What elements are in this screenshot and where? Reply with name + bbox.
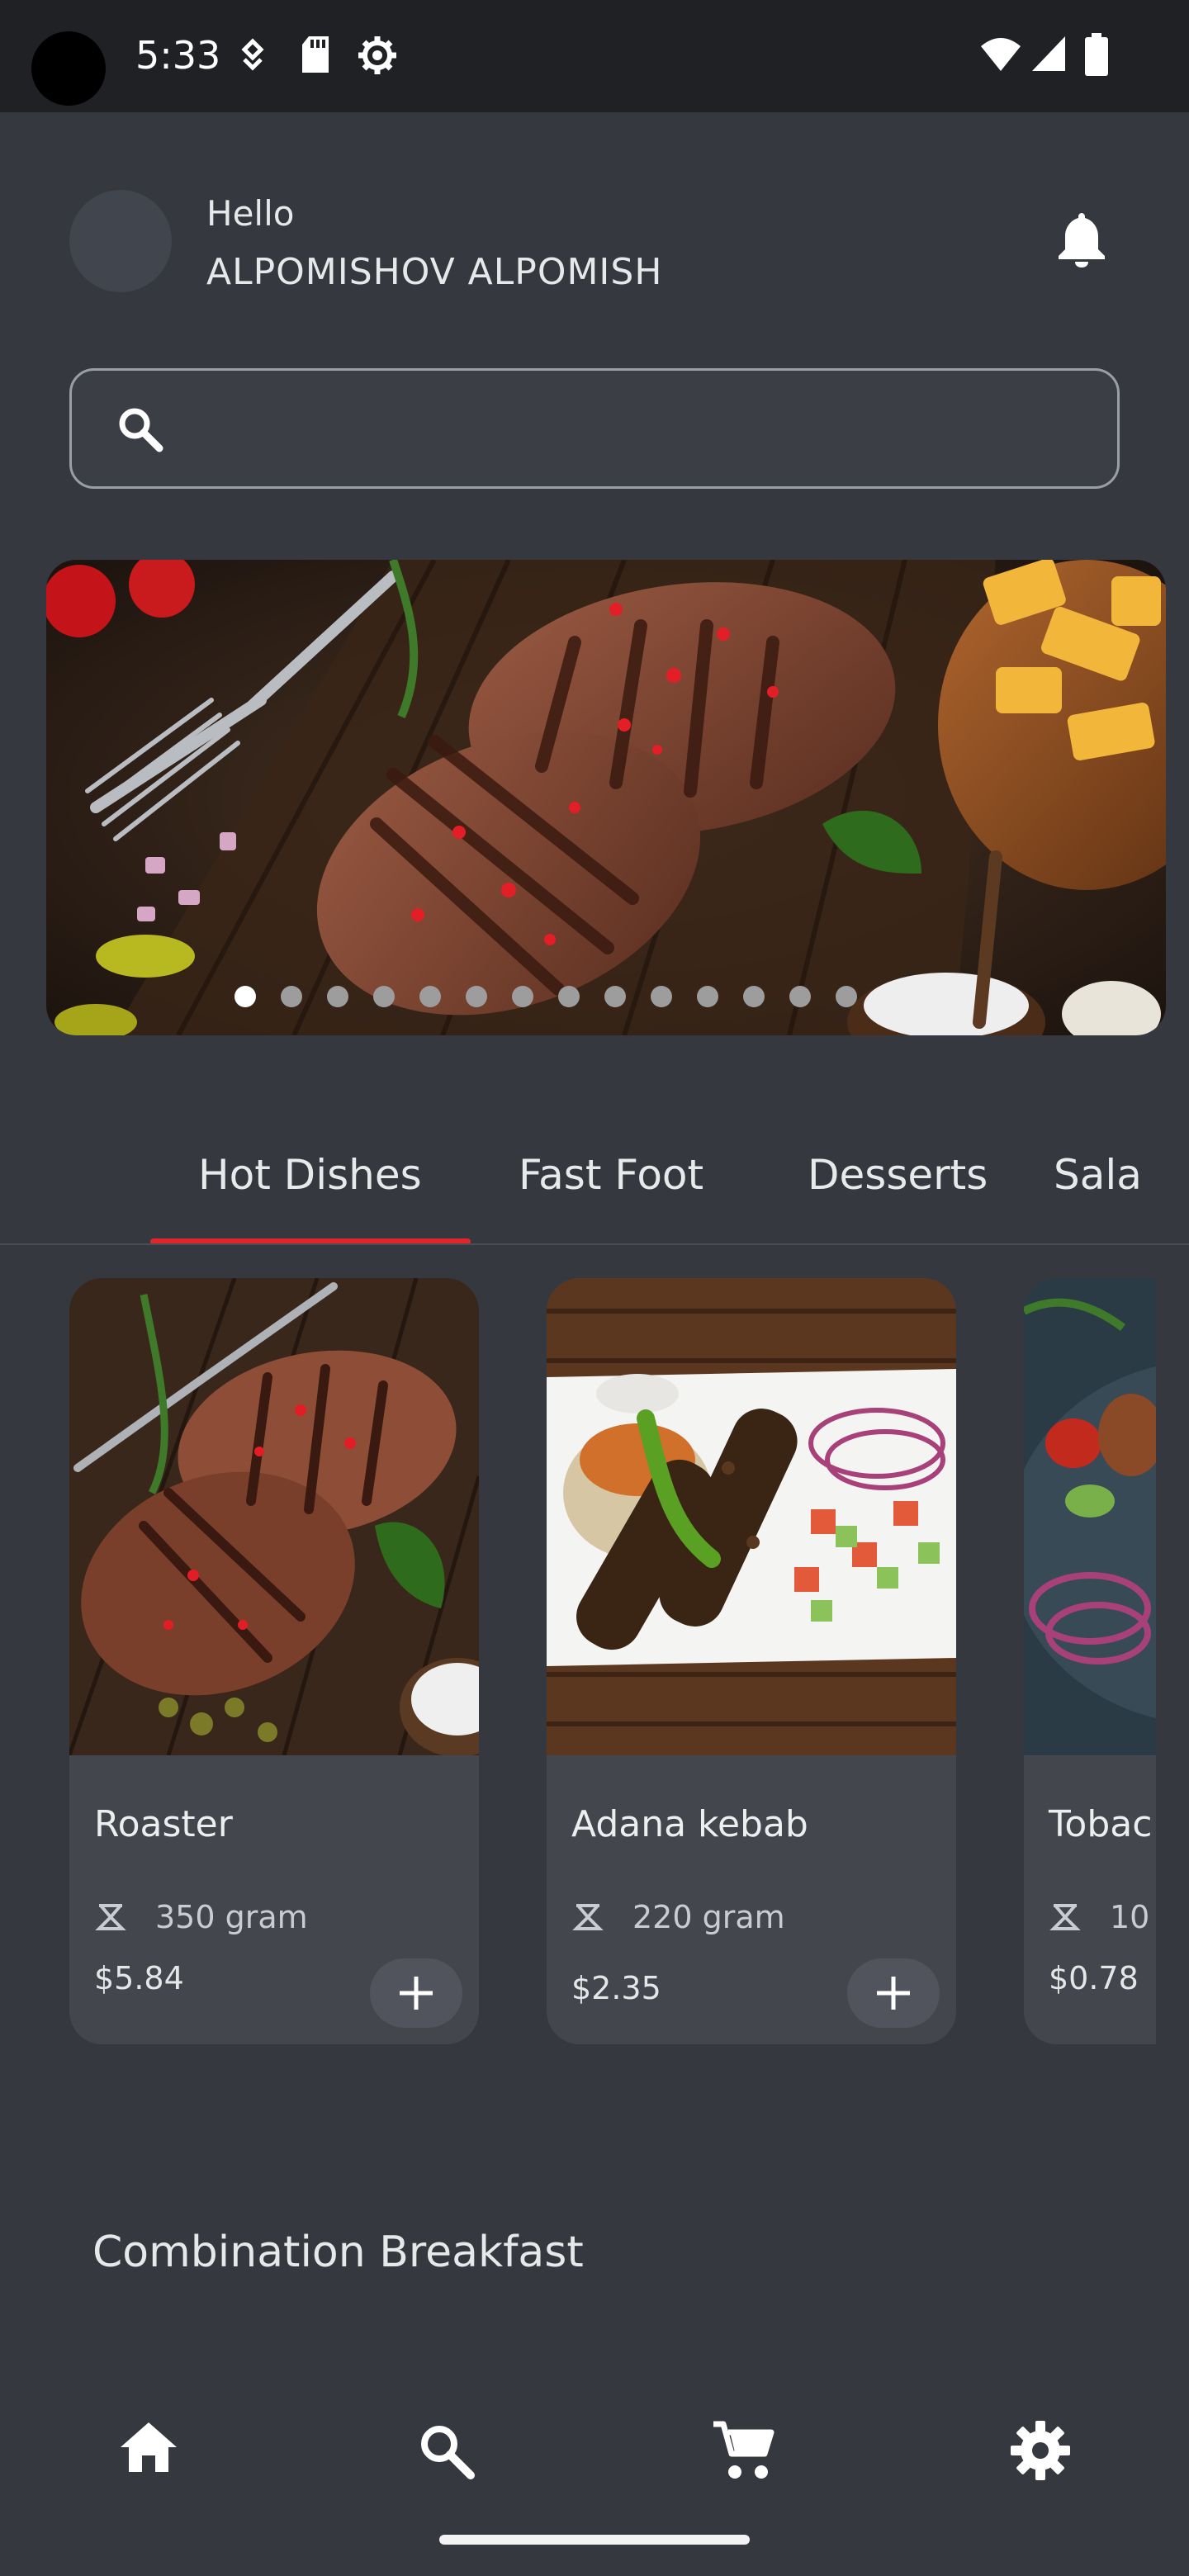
carousel-dot[interactable] — [836, 986, 857, 1007]
search-input[interactable] — [187, 395, 1079, 462]
carousel-dot[interactable] — [789, 986, 811, 1007]
dish-title: Tobac — [1049, 1803, 1153, 1845]
carousel-dot[interactable] — [743, 986, 765, 1007]
dish-image — [1024, 1278, 1156, 1755]
weight-icon — [572, 1904, 604, 1930]
status-bar: 5:33 — [0, 0, 1189, 112]
plus-icon — [877, 1977, 910, 2010]
carousel-dots — [234, 986, 857, 1009]
dish-card[interactable]: Tobac 10 $0.78 — [1024, 1278, 1156, 2044]
usb-icon — [241, 38, 264, 71]
sd-card-icon — [302, 36, 329, 73]
tab-fast-foot[interactable]: Fast Foot — [519, 1151, 703, 1199]
dish-title: Roaster — [94, 1803, 233, 1845]
tab-salads[interactable]: Sala — [1054, 1151, 1142, 1199]
search-icon — [119, 408, 163, 452]
camera-cutout — [31, 31, 106, 106]
carousel-dot[interactable] — [327, 986, 348, 1007]
cart-icon[interactable] — [712, 2421, 775, 2480]
dish-weight: 220 gram — [632, 1899, 785, 1935]
add-to-cart-button[interactable] — [370, 1958, 462, 2028]
dish-card[interactable]: Adana kebab 220 gram $2.35 — [547, 1278, 956, 2044]
category-tabs: Hot Dishes Fast Foot Desserts Sala — [0, 1115, 1189, 1245]
carousel-dot[interactable] — [466, 986, 487, 1007]
avatar[interactable] — [69, 190, 172, 292]
notification-bell-icon[interactable] — [1057, 210, 1106, 268]
username-text: ALPOMISHOV ALPOMISH — [206, 251, 663, 293]
dish-price: $0.78 — [1049, 1960, 1139, 1996]
dish-weight: 10 — [1110, 1899, 1150, 1935]
carousel-dot[interactable] — [558, 986, 580, 1007]
battery-icon — [1085, 33, 1108, 76]
dish-title: Adana kebab — [571, 1803, 808, 1845]
carousel-dot[interactable] — [512, 986, 533, 1007]
carousel-dot[interactable] — [651, 986, 672, 1007]
weight-icon — [1049, 1904, 1081, 1930]
promo-banner-image[interactable] — [46, 560, 1166, 1035]
status-time: 5:33 — [135, 33, 221, 78]
tab-hot-dishes[interactable]: Hot Dishes — [198, 1151, 422, 1199]
carousel-dot[interactable] — [604, 986, 626, 1007]
signal-icon — [1032, 36, 1065, 71]
carousel-dot[interactable] — [373, 986, 395, 1007]
home-indicator[interactable] — [439, 2535, 750, 2545]
section-title: Combination Breakfast — [92, 2228, 584, 2277]
settings-icon[interactable] — [1011, 2421, 1070, 2480]
carousel-dot[interactable] — [234, 986, 256, 1007]
tab-desserts[interactable]: Desserts — [808, 1151, 988, 1199]
tabs-divider — [0, 1243, 1189, 1245]
add-to-cart-button[interactable] — [847, 1958, 940, 2028]
settings-gear-icon — [358, 36, 396, 74]
dish-price: $5.84 — [94, 1960, 184, 1996]
dish-list: Roaster 350 gram $5.84 Adana kebab 220 g… — [0, 1278, 1156, 2046]
wifi-icon — [981, 38, 1021, 71]
search-field[interactable] — [69, 368, 1120, 489]
carousel-dot[interactable] — [281, 986, 302, 1007]
weight-icon — [95, 1904, 126, 1930]
dish-weight: 350 gram — [155, 1899, 308, 1935]
dish-price: $2.35 — [571, 1970, 661, 2006]
dish-image — [69, 1278, 479, 1755]
carousel-dot[interactable] — [419, 986, 441, 1007]
carousel-dot[interactable] — [697, 986, 718, 1007]
plus-icon — [400, 1977, 433, 2010]
home-icon[interactable] — [119, 2421, 178, 2474]
search-icon[interactable] — [416, 2421, 476, 2480]
greeting-text: Hello — [206, 193, 295, 234]
dish-image — [547, 1278, 956, 1755]
dish-card[interactable]: Roaster 350 gram $5.84 — [69, 1278, 479, 2044]
